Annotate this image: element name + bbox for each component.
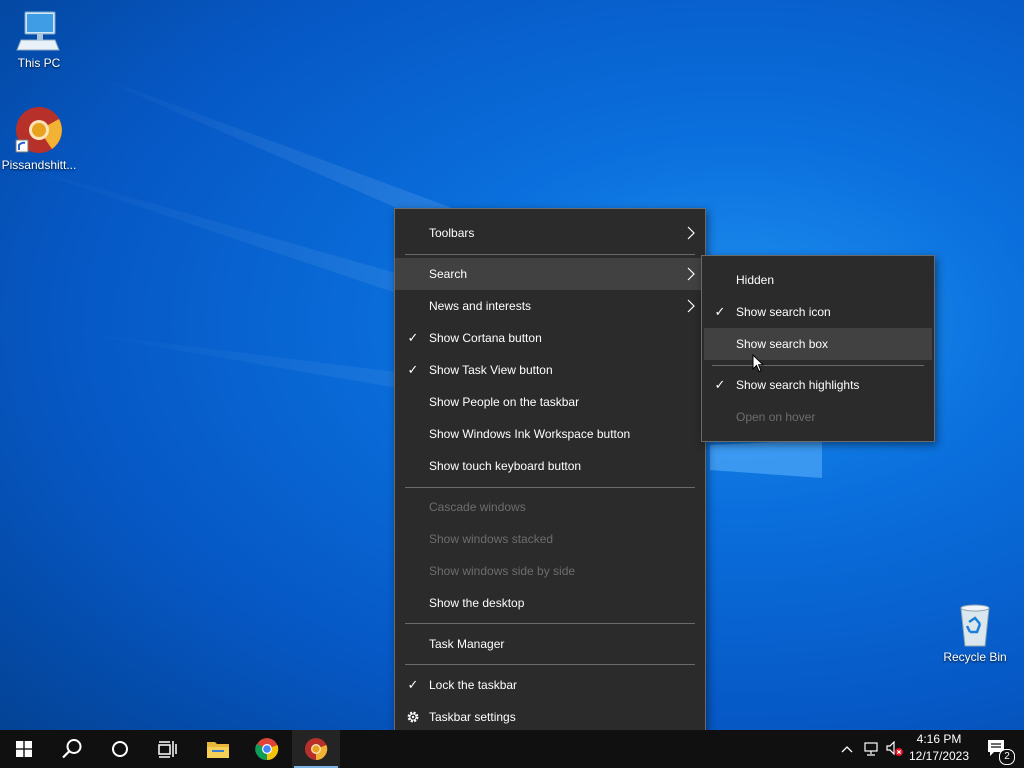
submenu-item-show-search-box[interactable]: Show search box (704, 328, 932, 360)
menu-item-label: Task Manager (429, 637, 505, 651)
network-icon (864, 742, 878, 756)
menu-item-label: Show touch keyboard button (429, 459, 582, 473)
taskbar-context-menu: Toolbars Search News and interests ✓ Sho… (394, 208, 706, 742)
desktop-icon-label: Recycle Bin (943, 650, 1007, 664)
cortana-button[interactable] (96, 730, 144, 768)
desktop-icon-label: This PC (17, 56, 61, 70)
task-view-icon (158, 741, 177, 758)
checkmark-icon: ✓ (407, 330, 419, 345)
search-submenu: Hidden ✓ Show search icon Show search bo… (701, 255, 935, 442)
show-hidden-icons-button[interactable] (836, 730, 858, 768)
menu-item-show-windows-stacked: Show windows stacked (395, 523, 705, 555)
search-button[interactable] (48, 730, 96, 768)
computer-icon (16, 11, 60, 51)
chevron-right-icon (687, 226, 695, 240)
menu-item-label: Show Task View button (429, 363, 553, 377)
clock-time: 4:16 PM (916, 732, 962, 746)
gear-icon (407, 711, 419, 723)
menu-item-task-manager[interactable]: Task Manager (395, 628, 705, 660)
menu-item-label: Show search box (736, 337, 829, 351)
menu-item-label: Hidden (736, 273, 775, 287)
menu-separator (405, 254, 695, 255)
menu-item-show-the-desktop[interactable]: Show the desktop (395, 587, 705, 619)
menu-item-show-touch-keyboard[interactable]: Show touch keyboard button (395, 450, 705, 482)
menu-item-label: Taskbar settings (429, 710, 516, 724)
chevron-right-icon (687, 267, 695, 281)
recycle-bin-icon (960, 604, 990, 647)
mouse-cursor-icon (752, 354, 764, 373)
menu-item-toolbars[interactable]: Toolbars (395, 217, 705, 249)
menu-item-show-people[interactable]: Show People on the taskbar (395, 386, 705, 418)
desktop-icon-shortcut[interactable]: Pissandshitt... (1, 106, 77, 172)
submenu-item-open-on-hover: Open on hover (702, 401, 934, 433)
desktop-icon-recycle-bin[interactable]: Recycle Bin (937, 602, 1013, 664)
menu-item-label: Cascade windows (429, 500, 526, 514)
menu-item-label: Search (429, 267, 468, 281)
menu-item-label: Show search highlights (736, 378, 860, 392)
menu-item-label: Show People on the taskbar (429, 395, 580, 409)
checkmark-icon: ✓ (407, 677, 419, 692)
chevron-right-icon (687, 299, 695, 313)
menu-item-search[interactable]: Search (395, 258, 705, 290)
task-view-button[interactable] (144, 730, 192, 768)
chrome-canary-icon (305, 738, 328, 761)
checkmark-icon: ✓ (407, 362, 419, 377)
menu-item-show-ink-workspace[interactable]: Show Windows Ink Workspace button (395, 418, 705, 450)
clock-date: 12/17/2023 (908, 749, 970, 763)
file-explorer-icon (207, 742, 229, 758)
start-icon (16, 741, 32, 757)
chrome-canary-shortcut-icon (15, 107, 62, 153)
network-button[interactable] (860, 730, 882, 768)
chrome-button[interactable] (243, 730, 291, 768)
notification-count-badge: 2 (999, 749, 1015, 765)
submenu-item-show-search-icon[interactable]: ✓ Show search icon (702, 296, 934, 328)
cortana-icon (112, 741, 128, 757)
menu-separator (405, 664, 695, 665)
file-explorer-button[interactable] (194, 730, 242, 768)
chrome-canary-button[interactable] (292, 730, 340, 768)
taskbar[interactable]: 4:16 PM 12/17/2023 2 (0, 730, 1024, 768)
menu-item-label: Show Windows Ink Workspace button (429, 427, 631, 441)
menu-item-label: Toolbars (429, 226, 475, 240)
menu-item-show-cortana-button[interactable]: ✓ Show Cortana button (395, 322, 705, 354)
start-button[interactable] (0, 730, 48, 768)
menu-item-label: Show windows side by side (429, 564, 576, 578)
menu-item-label: Show Cortana button (429, 331, 542, 345)
menu-item-cascade-windows: Cascade windows (395, 491, 705, 523)
menu-item-label: Show search icon (736, 305, 831, 319)
desktop-icon-label: Pissandshitt... (1, 158, 77, 172)
menu-item-label: Show windows stacked (429, 532, 554, 546)
checkmark-icon: ✓ (714, 377, 726, 392)
menu-separator (405, 623, 695, 624)
menu-item-show-task-view-button[interactable]: ✓ Show Task View button (395, 354, 705, 386)
menu-item-label: Open on hover (736, 410, 816, 424)
menu-item-label: News and interests (429, 299, 532, 313)
menu-separator (712, 365, 924, 366)
menu-item-taskbar-settings[interactable]: Taskbar settings (395, 701, 705, 733)
clock[interactable]: 4:16 PM 12/17/2023 (904, 731, 974, 765)
chrome-icon (255, 738, 279, 761)
desktop-icon-this-pc[interactable]: This PC (1, 8, 77, 70)
menu-item-news-and-interests[interactable]: News and interests (395, 290, 705, 322)
volume-muted-icon (886, 741, 903, 756)
chevron-up-icon (841, 746, 853, 753)
submenu-item-show-search-highlights[interactable]: ✓ Show search highlights (702, 369, 934, 401)
menu-item-lock-the-taskbar[interactable]: ✓ Lock the taskbar (395, 669, 705, 701)
menu-item-show-windows-side-by-side: Show windows side by side (395, 555, 705, 587)
menu-item-label: Lock the taskbar (429, 678, 518, 692)
volume-button[interactable] (884, 730, 906, 768)
menu-separator (405, 487, 695, 488)
submenu-item-hidden[interactable]: Hidden (702, 264, 934, 296)
search-icon (62, 739, 82, 759)
action-center-button[interactable]: 2 (978, 730, 1018, 768)
menu-item-label: Show the desktop (429, 596, 525, 610)
checkmark-icon: ✓ (714, 304, 726, 319)
